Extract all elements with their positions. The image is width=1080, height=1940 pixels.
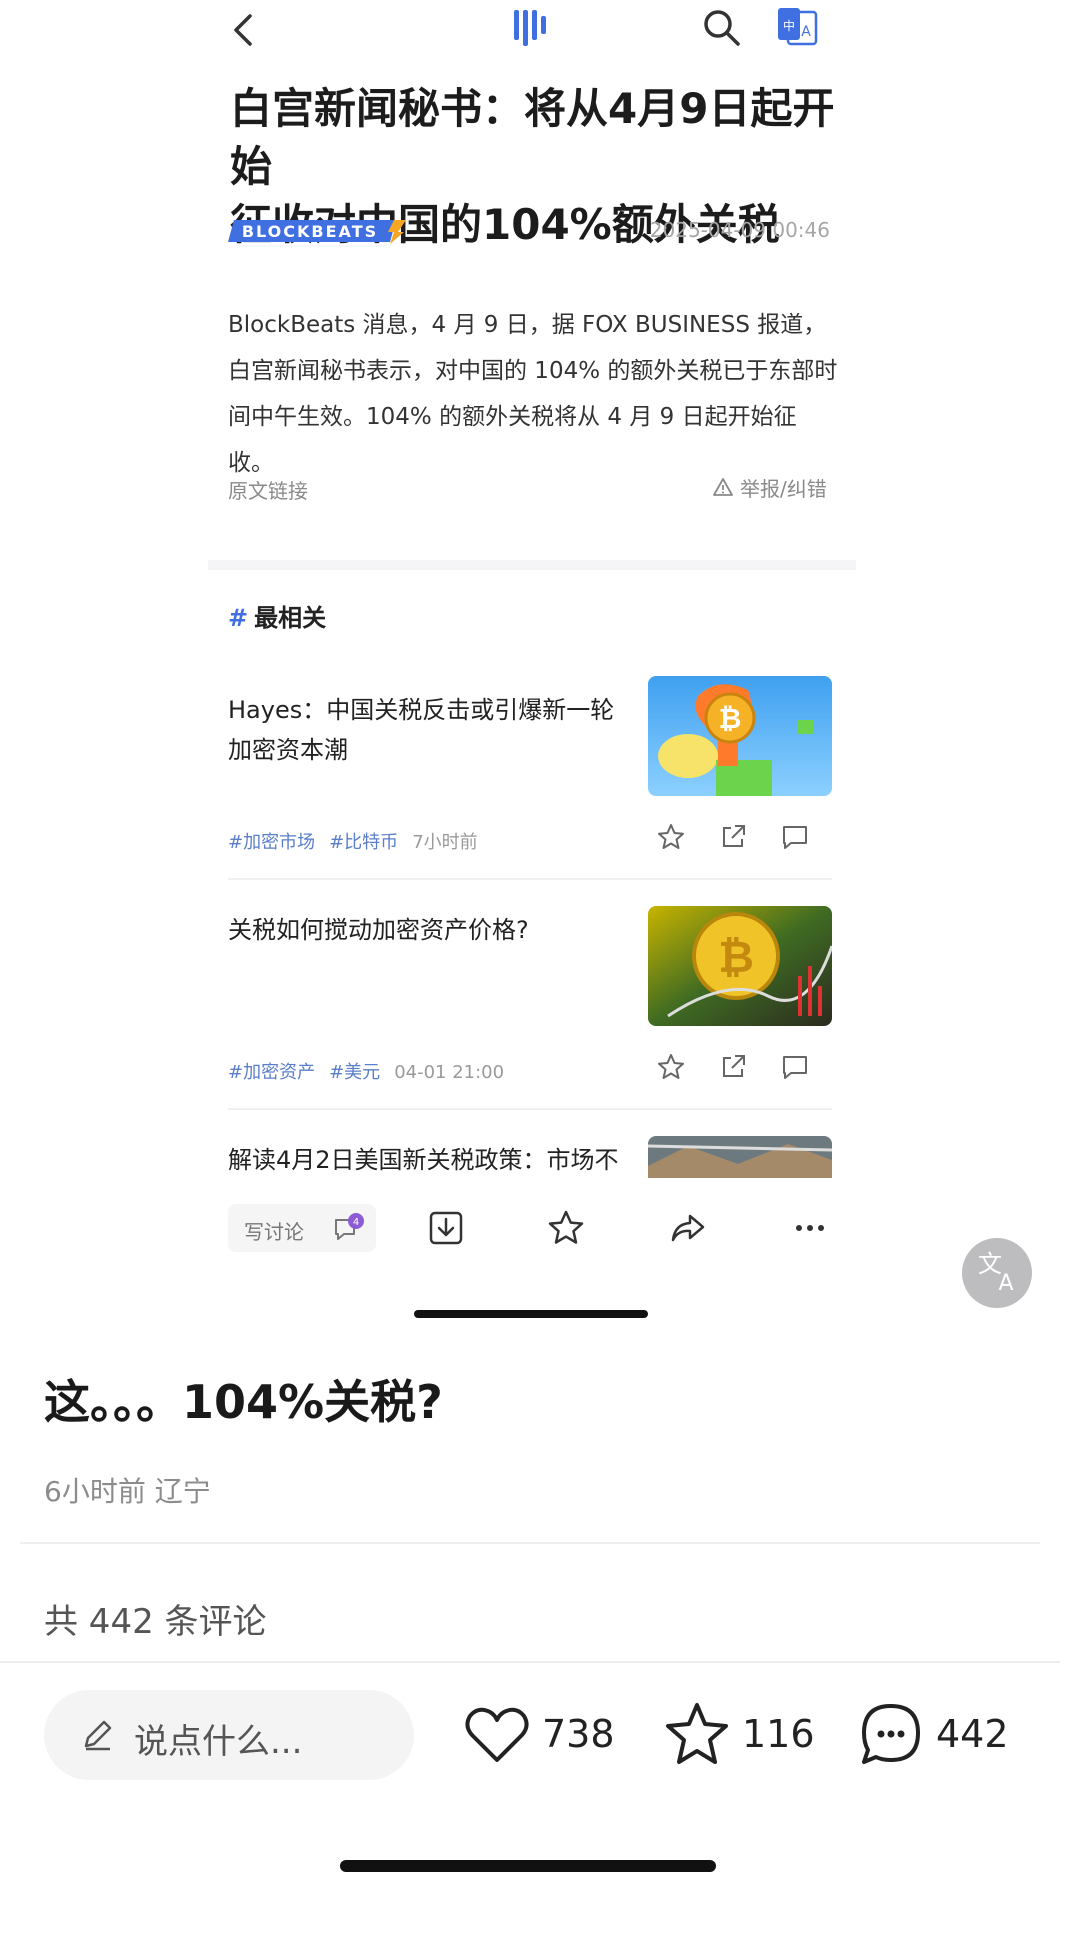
- favorite-icon[interactable]: [546, 1208, 586, 1248]
- original-link[interactable]: 原文链接: [228, 475, 308, 504]
- item-title-line: Hayes：中国关税反击或引爆新一轮: [228, 696, 615, 724]
- comment-icon[interactable]: [780, 822, 810, 852]
- favorite-count: 116: [742, 1712, 815, 1756]
- favorite-button[interactable]: 116: [662, 1700, 822, 1770]
- comment-input-placeholder: 说点什么...: [134, 1722, 303, 1762]
- more-icon[interactable]: [790, 1208, 830, 1248]
- related-item-title[interactable]: Hayes：中国关税反击或引爆新一轮 加密资本潮: [228, 690, 628, 770]
- item-separator: [228, 878, 832, 880]
- comment-input[interactable]: 说点什么...: [44, 1690, 414, 1780]
- svg-text:₿: ₿: [719, 702, 742, 735]
- comment-icon[interactable]: [780, 1052, 810, 1082]
- translate-icon[interactable]: 中 A: [774, 6, 820, 52]
- related-title-label: 最相关: [254, 604, 327, 632]
- comments-button[interactable]: 442: [856, 1700, 1026, 1770]
- chat-bubble-icon: [862, 1704, 920, 1764]
- star-icon[interactable]: [656, 1052, 686, 1082]
- post-title: 这。。。104%关税?: [44, 1375, 443, 1429]
- item-time: 7小时前: [412, 832, 478, 853]
- item-title-line: 加密资本潮: [228, 736, 348, 764]
- svg-text:A: A: [998, 1271, 1013, 1296]
- item-tags: #加密市场 #比特币 7小时前: [228, 828, 478, 854]
- back-icon[interactable]: [224, 8, 264, 52]
- share-icon[interactable]: [668, 1208, 708, 1248]
- svg-text:A: A: [801, 24, 811, 40]
- related-section-title: # 最相关: [228, 598, 326, 633]
- divider: [0, 1661, 1060, 1663]
- tag[interactable]: #比特币: [329, 832, 398, 853]
- related-item-title[interactable]: 解读4月2日美国新关税政策：市场不: [228, 1140, 628, 1180]
- pencil-icon: [84, 1720, 112, 1751]
- discussion-icon: 4: [335, 1213, 364, 1240]
- like-button[interactable]: 738: [462, 1700, 622, 1770]
- like-count: 738: [542, 1712, 615, 1756]
- headline-line: 白宫新闻秘书：将从4月9日起开始: [230, 84, 835, 191]
- floating-translate-icon[interactable]: 文 A: [962, 1238, 1032, 1308]
- blockbeats-logo: BLOCKBEATS: [228, 218, 408, 244]
- star-icon[interactable]: [656, 822, 686, 852]
- app-logo-icon: [512, 6, 548, 50]
- item-separator: [228, 1108, 832, 1110]
- item-time: 04-01 21:00: [394, 1062, 505, 1083]
- related-item-title[interactable]: 关税如何搅动加密资产价格?: [228, 910, 628, 950]
- comments-count: 442: [936, 1712, 1009, 1756]
- home-indicator: [414, 1310, 648, 1318]
- write-comment-label: 写讨论: [244, 1220, 304, 1244]
- article-date: 2025-04-09 00:46: [649, 218, 830, 242]
- article-body: BlockBeats 消息，4 月 9 日，据 FOX BUSINESS 报道，…: [228, 302, 838, 486]
- body-line: BlockBeats 消息，4 月 9 日，据 FOX BUSINESS 报道，: [228, 312, 827, 338]
- report-label: 举报/纠错: [740, 477, 827, 501]
- report-button[interactable]: 举报/纠错: [712, 473, 832, 501]
- related-item-thumbnail[interactable]: ₿: [648, 906, 832, 1026]
- svg-text:中: 中: [783, 18, 795, 33]
- hash-icon: #: [228, 604, 249, 632]
- tag[interactable]: #美元: [329, 1062, 380, 1083]
- section-divider: [208, 560, 856, 570]
- related-item-thumbnail[interactable]: [648, 1136, 832, 1178]
- related-item-thumbnail[interactable]: ₿: [648, 676, 832, 796]
- share-out-icon[interactable]: [718, 822, 748, 852]
- svg-text:₿: ₿: [718, 932, 754, 983]
- star-icon: [666, 1703, 728, 1764]
- write-comment-button[interactable]: 写讨论 4: [228, 1204, 376, 1252]
- home-indicator: [340, 1860, 716, 1872]
- search-icon[interactable]: [700, 6, 744, 50]
- item-tags: #加密资产 #美元 04-01 21:00: [228, 1058, 504, 1084]
- svg-text:BLOCKBEATS: BLOCKBEATS: [242, 222, 378, 241]
- divider: [20, 1542, 1040, 1544]
- comment-count: 共 442 条评论: [44, 1602, 267, 1642]
- post-meta: 6小时前 辽宁: [44, 1475, 211, 1508]
- heart-icon: [465, 1707, 529, 1762]
- warning-icon: [713, 478, 733, 496]
- body-line: 白宫新闻秘书表示，对中国的 104% 的额外关税已于东部时: [228, 358, 838, 384]
- tag[interactable]: #加密市场: [228, 832, 315, 853]
- item-title-line: 解读4月2日美国新关税政策：市场不: [228, 1146, 619, 1174]
- tag[interactable]: #加密资产: [228, 1062, 315, 1083]
- share-out-icon[interactable]: [718, 1052, 748, 1082]
- item-title-line: 关税如何搅动加密资产价格?: [228, 916, 529, 944]
- download-icon[interactable]: [426, 1208, 466, 1248]
- svg-text:4: 4: [353, 1217, 359, 1228]
